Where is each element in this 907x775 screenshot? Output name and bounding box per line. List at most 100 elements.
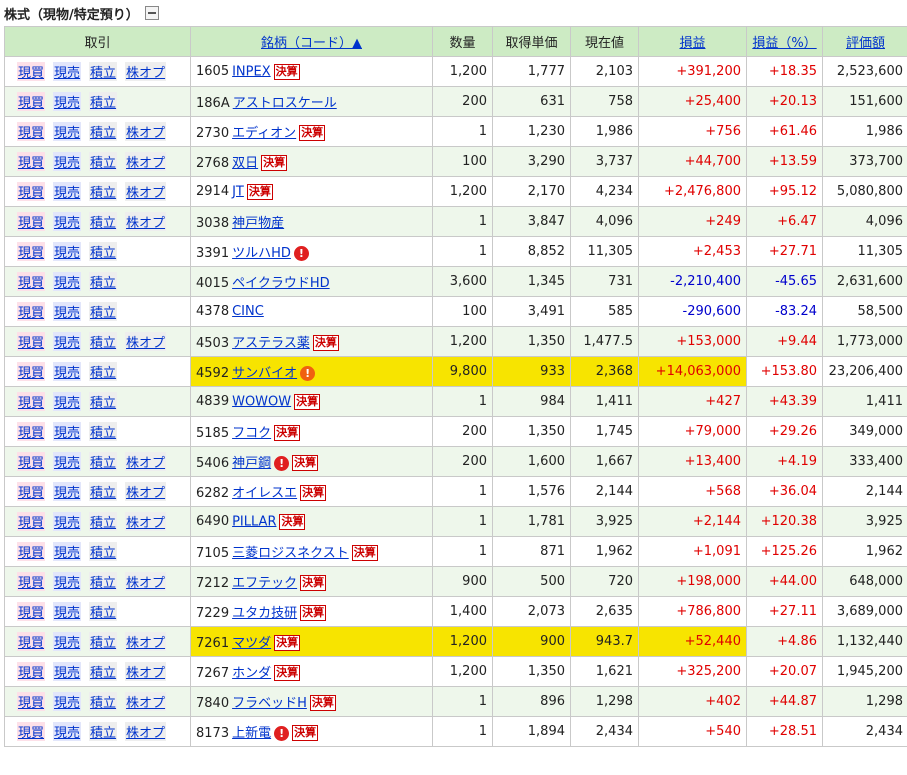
buy-link[interactable]: 現買 [17,722,46,741]
stock-name-link[interactable]: アステラス薬 [232,336,310,351]
earnings-badge[interactable]: 決算 [299,125,326,142]
stock-name-link[interactable]: PILLAR [232,514,276,529]
alert-icon[interactable]: ! [274,725,290,741]
buy-link[interactable]: 現買 [17,62,46,81]
buy-link[interactable]: 現買 [17,212,46,231]
earnings-badge[interactable]: 決算 [292,725,319,742]
sell-link[interactable]: 現売 [53,632,82,651]
buy-link[interactable]: 現買 [17,302,46,321]
buy-link[interactable]: 現買 [17,602,46,621]
sell-link[interactable]: 現売 [53,152,82,171]
sell-link[interactable]: 現売 [53,722,82,741]
sort-link-value[interactable]: 評価額 [846,36,885,51]
col-header-plpct[interactable]: 損益（%） [746,26,823,57]
sell-link[interactable]: 現売 [53,572,82,591]
col-header-name[interactable]: 銘柄（コード）▲ [190,26,433,57]
accumulate-link[interactable]: 積立 [89,572,118,591]
accumulate-link[interactable]: 積立 [89,632,118,651]
sell-link[interactable]: 現売 [53,452,82,471]
buy-link[interactable]: 現買 [17,182,46,201]
earnings-badge[interactable]: 決算 [312,335,339,352]
stock-name-link[interactable]: 上新電 [232,726,271,741]
stock-option-link[interactable]: 株オプ [125,692,167,711]
accumulate-link[interactable]: 積立 [89,122,118,141]
accumulate-link[interactable]: 積立 [89,302,118,321]
sell-link[interactable]: 現売 [53,482,82,501]
stock-name-link[interactable]: JT [232,184,244,199]
sell-link[interactable]: 現売 [53,272,82,291]
accumulate-link[interactable]: 積立 [89,512,118,531]
buy-link[interactable]: 現買 [17,392,46,411]
alert-icon[interactable]: ! [293,246,309,261]
alert-icon[interactable]: ! [274,455,290,471]
sell-link[interactable]: 現売 [53,212,82,231]
sell-link[interactable]: 現売 [53,332,82,351]
earnings-badge[interactable]: 決算 [274,635,301,652]
sell-link[interactable]: 現売 [53,242,82,261]
stock-name-link[interactable]: 神戸鋼 [232,456,271,471]
earnings-badge[interactable]: 決算 [294,393,321,410]
accumulate-link[interactable]: 積立 [89,482,118,501]
stock-name-link[interactable]: サンバイオ [232,366,297,381]
accumulate-link[interactable]: 積立 [89,722,118,741]
buy-link[interactable]: 現買 [17,632,46,651]
accumulate-link[interactable]: 積立 [89,692,118,711]
earnings-badge[interactable]: 決算 [351,545,378,562]
stock-name-link[interactable]: エフテック [232,576,297,591]
sell-link[interactable]: 現売 [53,662,82,681]
sell-link[interactable]: 現売 [53,512,82,531]
earnings-badge[interactable]: 決算 [300,485,327,502]
stock-option-link[interactable]: 株オプ [125,572,167,591]
buy-link[interactable]: 現買 [17,512,46,531]
accumulate-link[interactable]: 積立 [89,272,118,291]
stock-option-link[interactable]: 株オプ [125,632,167,651]
buy-link[interactable]: 現買 [17,572,46,591]
accumulate-link[interactable]: 積立 [89,62,118,81]
stock-name-link[interactable]: ユタカ技研 [232,606,297,621]
sell-link[interactable]: 現売 [53,602,82,621]
stock-option-link[interactable]: 株オプ [125,152,167,171]
stock-option-link[interactable]: 株オプ [125,332,167,351]
sort-link-plpct[interactable]: 損益（%） [752,36,816,51]
accumulate-link[interactable]: 積立 [89,332,118,351]
stock-option-link[interactable]: 株オプ [125,62,167,81]
accumulate-link[interactable]: 積立 [89,92,118,111]
accumulate-link[interactable]: 積立 [89,182,118,201]
stock-option-link[interactable]: 株オプ [125,122,167,141]
earnings-badge[interactable]: 決算 [309,695,336,712]
sell-link[interactable]: 現売 [53,422,82,441]
stock-option-link[interactable]: 株オプ [125,512,167,531]
earnings-badge[interactable]: 決算 [300,575,327,592]
accumulate-link[interactable]: 積立 [89,242,118,261]
stock-option-link[interactable]: 株オプ [125,452,167,471]
alert-icon[interactable]: ! [300,366,316,381]
stock-option-link[interactable]: 株オプ [125,182,167,201]
stock-name-link[interactable]: CINC [232,304,264,319]
col-header-value[interactable]: 評価額 [822,26,907,57]
earnings-badge[interactable]: 決算 [274,425,301,442]
buy-link[interactable]: 現買 [17,662,46,681]
stock-name-link[interactable]: アストロスケール [233,96,337,111]
buy-link[interactable]: 現買 [17,152,46,171]
earnings-badge[interactable]: 決算 [279,513,306,530]
accumulate-link[interactable]: 積立 [89,602,118,621]
stock-name-link[interactable]: フコク [232,426,271,441]
stock-name-link[interactable]: マツダ [232,636,271,651]
buy-link[interactable]: 現買 [17,422,46,441]
earnings-badge[interactable]: 決算 [274,665,301,682]
accumulate-link[interactable]: 積立 [89,542,118,561]
stock-name-link[interactable]: WOWOW [232,394,291,409]
buy-link[interactable]: 現買 [17,452,46,471]
buy-link[interactable]: 現買 [17,122,46,141]
sell-link[interactable]: 現売 [53,692,82,711]
stock-name-link[interactable]: ツルハHD [232,246,291,261]
accumulate-link[interactable]: 積立 [89,212,118,231]
sort-link-name[interactable]: 銘柄（コード）▲ [261,36,362,51]
accumulate-link[interactable]: 積立 [89,452,118,471]
buy-link[interactable]: 現買 [17,482,46,501]
stock-name-link[interactable]: オイレスエ [232,486,297,501]
collapse-icon[interactable] [144,6,159,20]
stock-name-link[interactable]: 双日 [232,156,258,171]
stock-option-link[interactable]: 株オプ [125,482,167,501]
col-header-pl[interactable]: 損益 [638,26,747,57]
